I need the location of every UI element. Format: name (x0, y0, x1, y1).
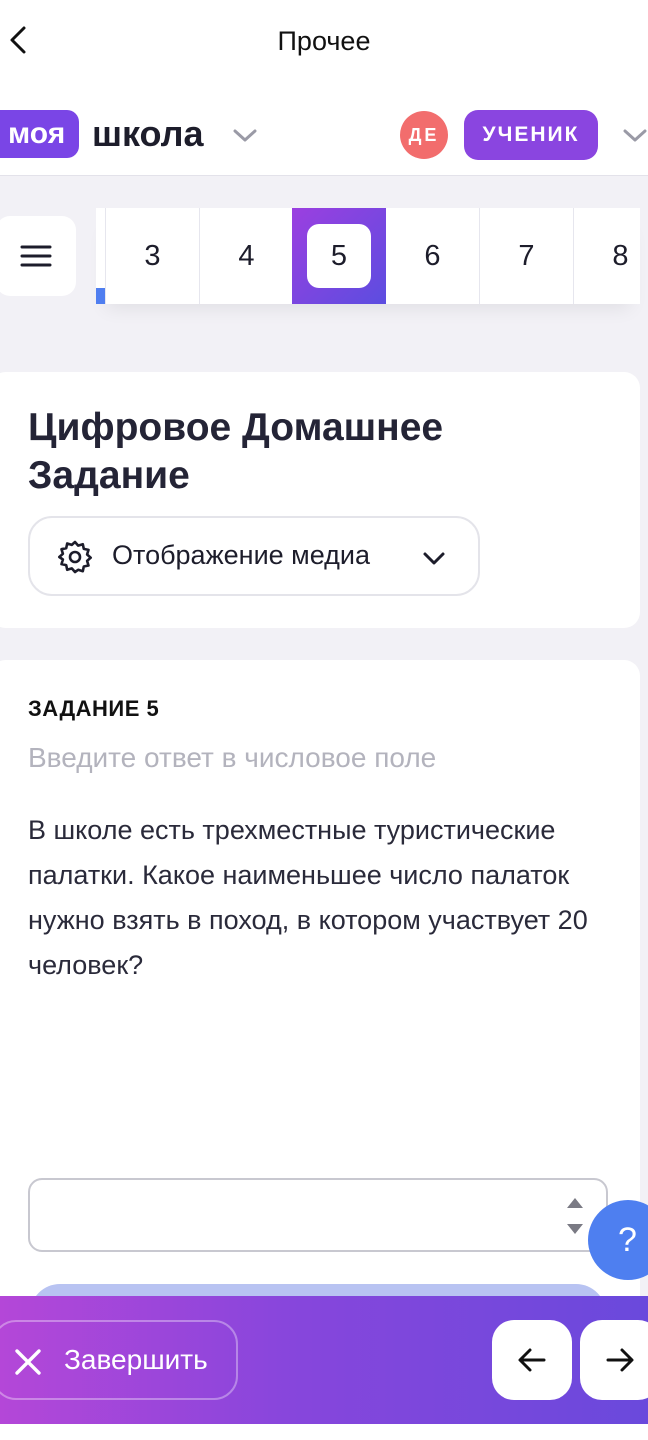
task-tab-3[interactable]: 3 (106, 208, 200, 304)
task-tab-5-active[interactable]: 5 (292, 208, 386, 304)
task-number-strip[interactable]: 3 4 5 6 7 8 (96, 208, 640, 304)
brand-logo-part1[interactable]: моя (0, 110, 80, 158)
task-tab-6[interactable]: 6 (386, 208, 480, 304)
close-icon (15, 1349, 41, 1375)
task-tab-8[interactable]: 8 (574, 208, 640, 304)
hamburger-icon (20, 245, 52, 267)
number-stepper-icon[interactable] (564, 1194, 586, 1238)
media-display-label: Отображение медиа (112, 540, 371, 570)
school-bar: моя школа ДЕ УЧЕНИК (0, 82, 648, 176)
gear-icon (58, 540, 92, 574)
finish-button[interactable]: Завершить (0, 1320, 238, 1400)
media-display-button[interactable]: Отображение медиа (28, 516, 480, 596)
task-tab-previous-partial[interactable] (96, 208, 106, 304)
bottom-safe-area (0, 1424, 648, 1440)
answer-number-field[interactable] (28, 1178, 608, 1252)
task-question: В школе есть трехместные туристические п… (28, 815, 588, 980)
task-hint: Введите ответ в числовое поле (28, 742, 437, 773)
brand-logo-part2[interactable]: школа (92, 110, 204, 158)
chevron-down-icon (423, 552, 445, 565)
task-tab-label: 5 (307, 224, 371, 288)
task-tab-4[interactable]: 4 (200, 208, 294, 304)
next-task-button[interactable] (580, 1320, 648, 1400)
task-card: ЗАДАНИЕ 5 Введите ответ в числовое поле … (0, 660, 640, 1360)
bottom-action-bar: Завершить (0, 1296, 648, 1424)
chevron-down-icon[interactable] (622, 122, 648, 148)
role-badge[interactable]: УЧЕНИК (464, 110, 598, 160)
page-title: Прочее (277, 26, 371, 56)
arrow-right-icon (606, 1348, 634, 1372)
menu-button[interactable] (0, 216, 76, 296)
homework-header-card: Цифровое Домашнее Задание Отображение ме… (0, 372, 640, 628)
chevron-down-icon[interactable] (232, 122, 258, 148)
user-avatar[interactable]: ДЕ (400, 111, 448, 159)
finish-label: Завершить (64, 1344, 208, 1375)
previous-task-button[interactable] (492, 1320, 572, 1400)
task-tab-7[interactable]: 7 (480, 208, 574, 304)
arrow-left-icon (518, 1348, 546, 1372)
homework-title: Цифровое Домашнее Задание (28, 406, 444, 497)
top-bar: Прочее (0, 0, 648, 82)
task-number-label: ЗАДАНИЕ 5 (28, 696, 160, 721)
